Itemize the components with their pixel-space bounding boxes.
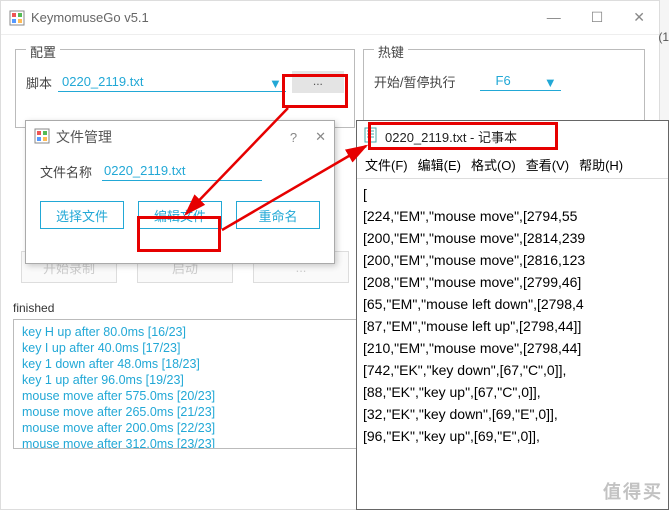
text-line: [88,"EK","key up",[67,"C",0]],: [363, 381, 662, 403]
edge-text: (1: [658, 30, 669, 44]
maximize-button[interactable]: ☐: [585, 7, 610, 28]
file-manager-dialog: 文件管理 ? ✕ 文件名称 选择文件 编辑文件 重命名: [25, 120, 335, 264]
hotkey-dropdown[interactable]: F6 ▼: [480, 71, 561, 91]
text-line: [200,"EM","mouse move",[2814,239: [363, 227, 662, 249]
titlebar: KeymomuseGo v5.1 — ☐ ✕: [1, 1, 659, 35]
notepad-caption: 0220_2119.txt - 记事本: [385, 127, 517, 146]
menu-view[interactable]: 查看(V): [522, 153, 573, 176]
notepad-window: 0220_2119.txt - 记事本 文件(F) 编辑(E) 格式(O) 查看…: [356, 120, 669, 510]
text-line: [: [363, 183, 662, 205]
notepad-titlebar: 0220_2119.txt - 记事本: [357, 121, 668, 151]
minimize-button[interactable]: —: [541, 7, 567, 28]
text-line: [210,"EM","mouse move",[2798,44]: [363, 337, 662, 359]
chevron-down-icon: ▼: [269, 76, 282, 91]
window-title: KeymomuseGo v5.1: [31, 10, 541, 25]
hotkey-label: 开始/暂停执行: [374, 72, 456, 91]
filename-input[interactable]: [102, 161, 262, 181]
script-dropdown[interactable]: 0220_2119.txt ▼: [58, 72, 286, 92]
dialog-icon: [34, 128, 50, 147]
notepad-menubar: 文件(F) 编辑(E) 格式(O) 查看(V) 帮助(H): [357, 151, 668, 179]
text-line: [96,"EK","key up",[69,"E",0]],: [363, 425, 662, 447]
help-button[interactable]: ?: [290, 130, 297, 145]
hotkey-panel: 热键 开始/暂停执行 F6 ▼: [363, 49, 645, 128]
dialog-title: 文件管理: [56, 127, 284, 147]
close-button[interactable]: ✕: [627, 7, 651, 28]
edit-file-button[interactable]: 编辑文件: [138, 201, 222, 229]
filename-label: 文件名称: [40, 162, 92, 181]
menu-help[interactable]: 帮助(H): [575, 153, 627, 176]
text-line: [200,"EM","mouse move",[2816,123: [363, 249, 662, 271]
notepad-content[interactable]: [ [224,"EM","mouse move",[2794,55 [200,"…: [357, 179, 668, 451]
text-line: [208,"EM","mouse move",[2799,46]: [363, 271, 662, 293]
rename-button[interactable]: 重命名: [236, 201, 320, 229]
config-panel-title: 配置: [26, 42, 60, 61]
notepad-icon: [363, 127, 379, 146]
text-line: [87,"EM","mouse left up",[2798,44]]: [363, 315, 662, 337]
script-selected-value: 0220_2119.txt: [62, 74, 143, 89]
choose-file-button[interactable]: 选择文件: [40, 201, 124, 229]
menu-format[interactable]: 格式(O): [467, 153, 520, 176]
hotkey-value: F6: [484, 73, 511, 88]
watermark: 值得买: [603, 478, 663, 504]
config-panel: 配置 脚本 0220_2119.txt ▼ ...: [15, 49, 355, 128]
text-line: [742,"EK","key down",[67,"C",0]],: [363, 359, 662, 381]
text-line: [32,"EK","key down",[69,"E",0]],: [363, 403, 662, 425]
status-text: finished: [13, 301, 54, 315]
app-icon: [9, 10, 25, 26]
text-line: [224,"EM","mouse move",[2794,55: [363, 205, 662, 227]
script-label: 脚本: [26, 73, 52, 92]
chevron-down-icon: ▼: [544, 75, 557, 90]
browse-button[interactable]: ...: [292, 71, 344, 93]
dialog-close-button[interactable]: ✕: [315, 129, 326, 145]
menu-file[interactable]: 文件(F): [361, 153, 412, 176]
text-line: [65,"EM","mouse left down",[2798,4: [363, 293, 662, 315]
hotkey-panel-title: 热键: [374, 42, 408, 61]
menu-edit[interactable]: 编辑(E): [414, 153, 465, 176]
